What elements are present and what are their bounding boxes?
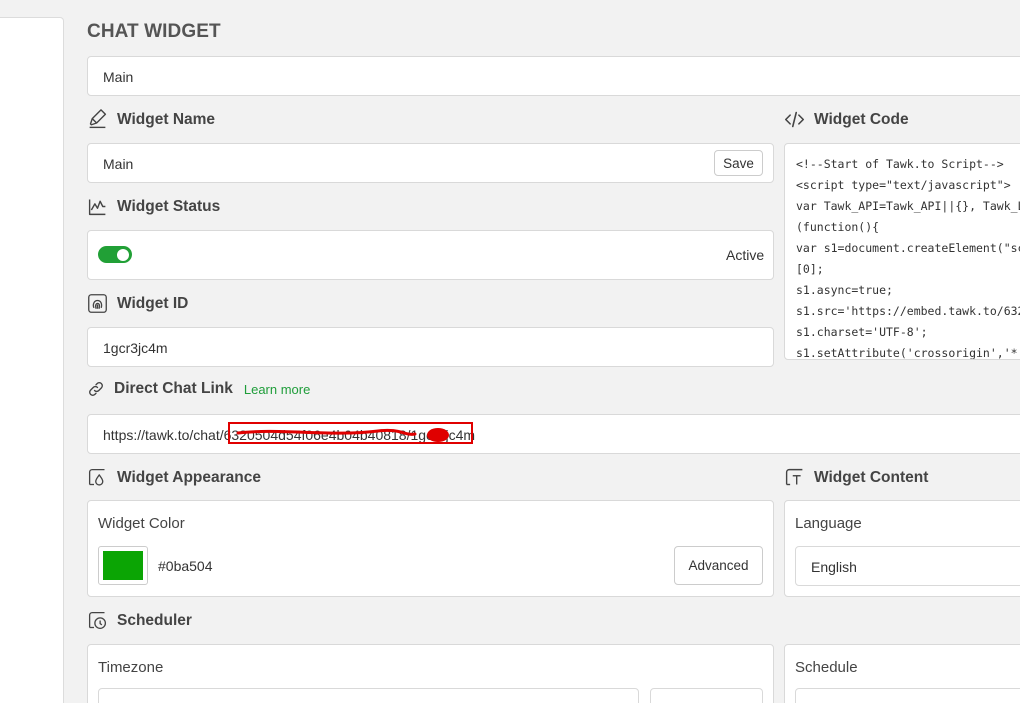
widget-id-title: Widget ID: [117, 294, 189, 312]
annotation-highlight-box: [228, 422, 473, 444]
advanced-button[interactable]: Advanced: [674, 546, 763, 585]
widget-code-heading: Widget Code: [784, 109, 909, 130]
schedule-label: Schedule: [795, 659, 858, 676]
scheduler-title: Scheduler: [117, 611, 192, 629]
widget-name-heading: Widget Name: [87, 109, 215, 130]
widget-color-fill: [103, 551, 143, 580]
schedule-select[interactable]: [795, 688, 1020, 703]
text-content-icon: [785, 468, 803, 486]
left-sidebar-panel: [0, 17, 64, 703]
fingerprint-icon: [88, 294, 107, 313]
language-label: Language: [795, 515, 862, 532]
widget-name-value: Main: [103, 156, 134, 172]
pencil-icon: [89, 109, 107, 129]
widget-color-label: Widget Color: [98, 515, 185, 532]
timezone-select[interactable]: [98, 688, 639, 703]
direct-chat-link-heading: Direct Chat Link Learn more: [87, 380, 310, 398]
timezone-label: Timezone: [98, 659, 164, 676]
code-line: s1.charset='UTF-8';: [796, 325, 928, 339]
widget-name-title: Widget Name: [117, 110, 216, 128]
property-select[interactable]: Main: [87, 56, 1020, 96]
widget-status-label: Active: [726, 247, 765, 263]
widget-status-title: Widget Status: [117, 197, 221, 215]
direct-chat-link-title: Direct Chat Link: [114, 380, 233, 397]
language-select[interactable]: English: [795, 546, 1020, 586]
widget-content-heading: Widget Content: [784, 467, 928, 488]
widget-status-toggle[interactable]: [98, 246, 132, 263]
direct-chat-link-field[interactable]: https://tawk.to/chat/6320504d54f06e4b04b…: [87, 414, 1020, 454]
widget-color-swatch[interactable]: [98, 546, 148, 585]
code-line: <script type="text/javascript">: [796, 178, 1011, 192]
widget-status-heading: Widget Status: [87, 196, 220, 217]
save-button[interactable]: Save: [714, 150, 763, 176]
widget-content-title: Widget Content: [814, 468, 929, 486]
code-line: (function(){: [796, 220, 880, 234]
widget-appearance-panel: [87, 500, 774, 597]
code-line: [0];: [796, 262, 824, 276]
code-icon: [784, 111, 805, 128]
page-title: CHAT WIDGET: [87, 21, 221, 42]
scheduler-heading: Scheduler: [87, 610, 192, 631]
code-line: var Tawk_API=Tawk_API||{}, Tawk_LoadStar…: [796, 199, 1020, 213]
link-icon: [89, 382, 103, 396]
widget-code-block[interactable]: <!--Start of Tawk.to Script--> <script t…: [784, 143, 1020, 360]
language-select-value: English: [811, 559, 857, 575]
activity-pulse-icon: [88, 199, 106, 216]
code-line: s1.async=true;: [796, 283, 893, 297]
clock-calendar-icon: [88, 611, 107, 630]
widget-name-field[interactable]: Main: [87, 143, 774, 183]
code-line: var s1=document.createElement("script"),…: [796, 241, 1020, 255]
learn-more-link[interactable]: Learn more: [244, 382, 310, 397]
code-line: s1.src='https://embed.tawk.to/6320504d54…: [796, 304, 1020, 318]
timezone-secondary-select[interactable]: [650, 688, 763, 703]
widget-status-panel: [87, 230, 774, 280]
property-select-value: Main: [103, 69, 134, 85]
paint-drop-icon: [88, 468, 105, 486]
widget-appearance-heading: Widget Appearance: [87, 467, 261, 488]
code-line: <!--Start of Tawk.to Script-->: [796, 157, 1004, 171]
widget-code-title: Widget Code: [814, 110, 909, 128]
widget-id-field[interactable]: 1gcr3jc4m: [87, 327, 774, 367]
widget-id-value: 1gcr3jc4m: [103, 340, 168, 356]
code-line: s1.setAttribute('crossorigin','*');: [796, 346, 1020, 360]
widget-appearance-title: Widget Appearance: [117, 468, 261, 486]
widget-id-heading: Widget ID: [87, 293, 188, 314]
widget-color-hex: #0ba504: [158, 558, 213, 574]
